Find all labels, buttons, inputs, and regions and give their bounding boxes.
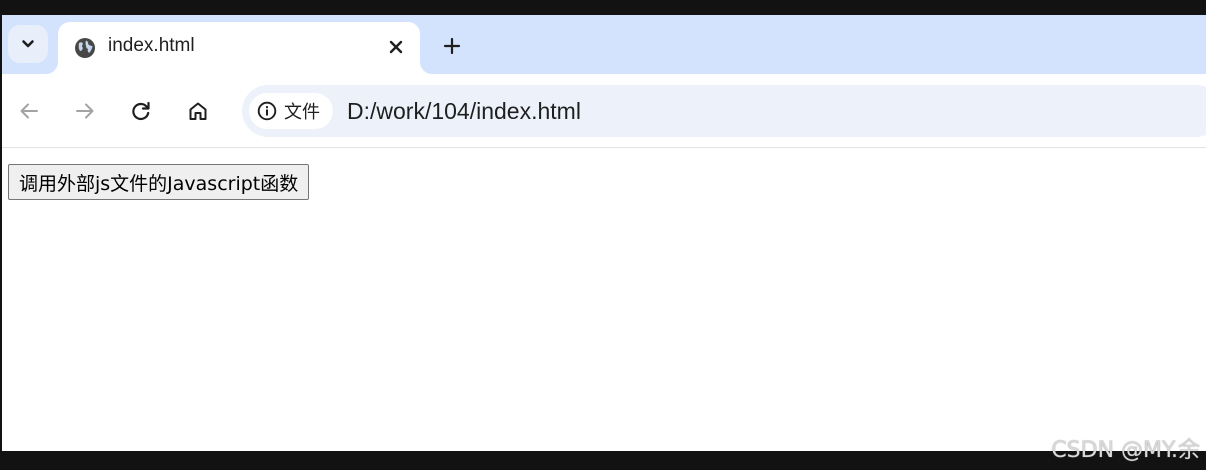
browser-toolbar: 文件 [2, 74, 1206, 148]
tab-close-button[interactable] [384, 35, 408, 59]
tab-search-button[interactable] [8, 25, 48, 63]
call-external-js-button[interactable]: 调用外部js文件的Javascript函数 [8, 164, 310, 200]
site-info-chip[interactable]: 文件 [249, 93, 333, 129]
tab-active[interactable]: index.html [58, 22, 420, 74]
address-bar[interactable]: 文件 [242, 85, 1206, 137]
forward-button[interactable] [70, 96, 100, 126]
browser-window: index.html 文件 D:/work/104/index.html 调用外… [2, 15, 1206, 451]
site-chip-label: 文件 [284, 102, 320, 123]
reload-icon [132, 101, 150, 121]
url-input[interactable] [347, 95, 947, 127]
new-tab-button[interactable] [438, 32, 466, 60]
home-button[interactable] [183, 96, 213, 126]
home-icon [189, 102, 207, 120]
info-icon [257, 101, 277, 121]
tab-strip: index.html [2, 15, 1206, 74]
reload-button[interactable] [126, 96, 156, 126]
arrow-left-icon [20, 103, 38, 119]
page-content: 调用外部js文件的Javascript函数 [2, 148, 1206, 451]
chevron-down-icon [22, 40, 34, 48]
plus-icon [443, 37, 461, 55]
tab-title: index.html [108, 35, 195, 56]
back-button[interactable] [14, 96, 44, 126]
close-icon [389, 40, 403, 54]
screenshot-frame: index.html 文件 D:/work/104/index.html 调用外… [0, 0, 1206, 470]
globe-icon [75, 38, 95, 58]
arrow-right-icon [76, 103, 94, 119]
watermark: CSDN @MY.余 [1051, 438, 1200, 463]
